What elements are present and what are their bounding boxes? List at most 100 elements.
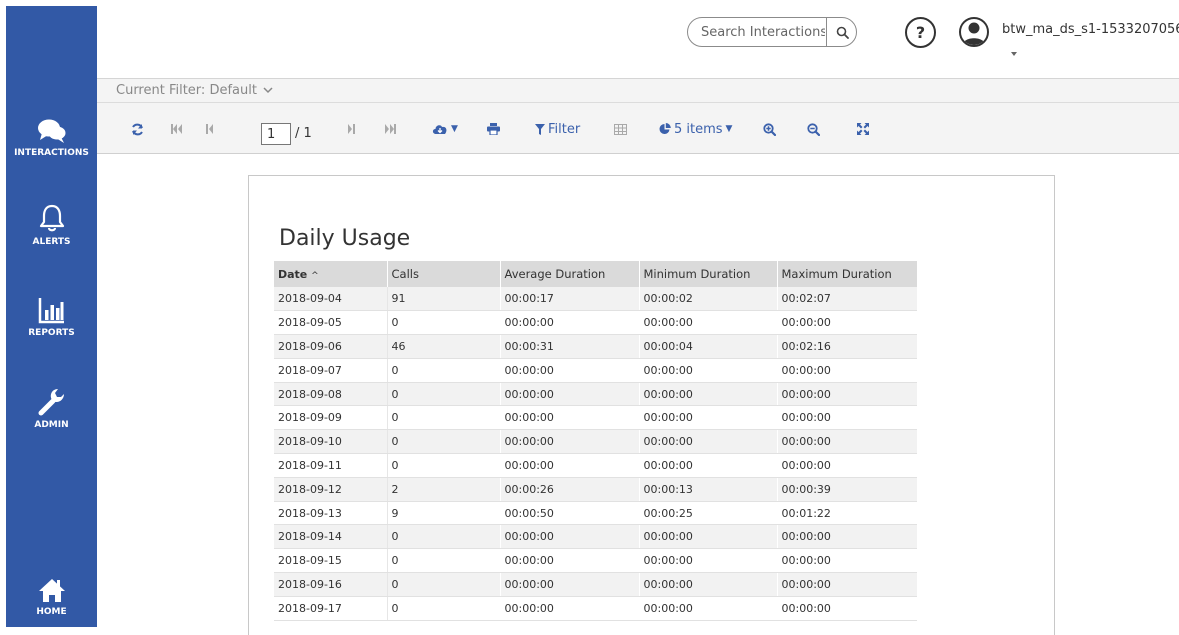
cell-date: 2018-09-04 — [274, 287, 387, 312]
sidebar: INTERACTIONS ALERTS REPORTS ADMIN HOME — [6, 6, 97, 627]
cell-minimum-duration: 00:00:00 — [638, 453, 777, 478]
cell-minimum-duration: 00:00:00 — [638, 382, 777, 407]
report-toolbar: / 1 ▼ — [97, 102, 1179, 154]
search-button[interactable] — [826, 18, 856, 46]
cell-minimum-duration: 00:00:00 — [638, 548, 777, 574]
zoom-in-icon — [763, 122, 776, 136]
cell-calls: 46 — [386, 334, 500, 359]
table-header-row: Date ^ Calls Average Duration Minimum Du… — [274, 261, 917, 287]
cell-average-duration: 00:00:00 — [499, 358, 639, 383]
filter-button-label: Filter — [548, 121, 581, 137]
cell-minimum-duration: 00:00:13 — [638, 477, 777, 502]
items-count-label: 5 items — [674, 121, 723, 137]
cell-calls: 0 — [386, 310, 500, 336]
cell-calls: 0 — [386, 405, 500, 431]
print-button[interactable] — [487, 120, 500, 138]
cell-date: 2018-09-15 — [274, 548, 387, 574]
sidebar-item-alerts[interactable]: ALERTS — [6, 203, 97, 247]
sidebar-item-reports[interactable]: REPORTS — [6, 296, 97, 338]
cell-maximum-duration: 00:00:00 — [776, 310, 917, 336]
cell-date: 2018-09-07 — [274, 358, 387, 383]
username[interactable]: btw_ma_ds_s1-1533207056 — [1002, 22, 1179, 37]
table-row: 2018-09-12 2 00:00:26 00:00:13 00:00:39 — [274, 477, 917, 502]
search-input[interactable] — [688, 18, 825, 46]
table-row: 2018-09-07 0 00:00:00 00:00:00 00:00:00 — [274, 358, 917, 383]
user-menu-caret-icon[interactable] — [1011, 52, 1017, 56]
caret-down-icon: ▼ — [725, 124, 733, 134]
zoom-in-button[interactable] — [763, 120, 776, 138]
report-viewer: Daily Usage Date ^ Calls Average Duratio… — [97, 155, 1179, 635]
table-row: 2018-09-14 0 00:00:00 00:00:00 00:00:00 — [274, 524, 917, 550]
table-view-button[interactable] — [614, 120, 627, 138]
table-row: 2018-09-17 0 00:00:00 00:00:00 00:00:00 — [274, 596, 917, 621]
current-filter-dropdown[interactable]: Current Filter: Default — [116, 83, 273, 98]
export-dropdown-button[interactable]: ▼ — [432, 120, 458, 138]
previous-page-button[interactable] — [206, 120, 214, 138]
page-number-input[interactable] — [261, 123, 291, 145]
cell-calls: 0 — [386, 572, 500, 597]
cell-maximum-duration: 00:01:22 — [776, 501, 917, 526]
items-dropdown-button[interactable]: 5 items ▼ — [659, 120, 732, 138]
user-icon — [963, 22, 985, 45]
sidebar-item-interactions[interactable]: INTERACTIONS — [6, 118, 97, 158]
bell-icon — [39, 204, 64, 232]
current-filter-label: Current Filter: Default — [116, 83, 257, 98]
next-page-button[interactable] — [347, 120, 355, 138]
cell-maximum-duration: 00:00:00 — [776, 548, 917, 574]
last-page-button[interactable] — [384, 120, 396, 138]
sidebar-item-home[interactable]: HOME — [6, 577, 97, 617]
cell-date: 2018-09-14 — [274, 524, 387, 550]
table-row: 2018-09-09 0 00:00:00 00:00:00 00:00:00 — [274, 405, 917, 431]
cell-maximum-duration: 00:00:00 — [776, 405, 917, 431]
cell-maximum-duration: 00:02:07 — [776, 287, 917, 312]
cell-calls: 0 — [386, 382, 500, 407]
cell-calls: 9 — [386, 501, 500, 526]
zoom-out-icon — [807, 122, 820, 136]
column-header-minimum-duration[interactable]: Minimum Duration — [638, 261, 777, 287]
sidebar-item-label: ADMIN — [34, 420, 69, 430]
table-row: 2018-09-06 46 00:00:31 00:00:04 00:02:16 — [274, 334, 917, 359]
cell-maximum-duration: 00:00:00 — [776, 596, 917, 621]
top-bar: ? btw_ma_ds_s1-1533207056 — [97, 6, 1179, 78]
search-box — [687, 17, 857, 47]
first-page-icon — [171, 124, 182, 134]
sidebar-item-label: HOME — [36, 607, 67, 617]
fullscreen-button[interactable] — [857, 120, 869, 138]
report-title: Daily Usage — [279, 226, 411, 251]
next-page-icon — [348, 124, 355, 134]
cell-date: 2018-09-09 — [274, 405, 387, 431]
cell-minimum-duration: 00:00:04 — [638, 334, 777, 359]
filter-bar: Current Filter: Default — [97, 78, 1179, 102]
cell-minimum-duration: 00:00:02 — [638, 287, 777, 312]
column-header-average-duration[interactable]: Average Duration — [499, 261, 639, 287]
cloud-download-icon — [432, 125, 447, 134]
column-header-label: Date — [278, 267, 308, 281]
cell-average-duration: 00:00:00 — [499, 310, 639, 336]
cell-average-duration: 00:00:00 — [499, 548, 639, 574]
cell-date: 2018-09-10 — [274, 429, 387, 455]
cell-minimum-duration: 00:00:25 — [638, 501, 777, 526]
cell-minimum-duration: 00:00:00 — [638, 429, 777, 455]
help-button[interactable]: ? — [905, 17, 936, 48]
table-icon — [614, 123, 627, 135]
cell-average-duration: 00:00:00 — [499, 572, 639, 597]
cell-calls: 0 — [386, 524, 500, 550]
last-page-icon — [385, 124, 396, 134]
zoom-out-button[interactable] — [807, 120, 820, 138]
first-page-button[interactable] — [171, 120, 183, 138]
sidebar-item-admin[interactable]: ADMIN — [6, 386, 97, 430]
cell-minimum-duration: 00:00:00 — [638, 596, 777, 621]
table-row: 2018-09-13 9 00:00:50 00:00:25 00:01:22 — [274, 501, 917, 526]
column-header-maximum-duration[interactable]: Maximum Duration — [776, 261, 917, 287]
cell-date: 2018-09-13 — [274, 501, 387, 526]
refresh-button[interactable] — [131, 120, 144, 138]
table-body: 2018-09-04 91 00:00:17 00:00:02 00:02:07 2018… — [274, 287, 917, 621]
cell-average-duration: 00:00:00 — [499, 453, 639, 478]
avatar[interactable] — [959, 17, 989, 47]
column-header-calls[interactable]: Calls — [386, 261, 500, 287]
cell-minimum-duration: 00:00:00 — [638, 572, 777, 597]
column-header-date[interactable]: Date ^ — [274, 261, 387, 287]
cell-average-duration: 00:00:26 — [499, 477, 639, 502]
sidebar-item-label: INTERACTIONS — [14, 148, 89, 158]
filter-button[interactable]: Filter — [535, 120, 580, 138]
